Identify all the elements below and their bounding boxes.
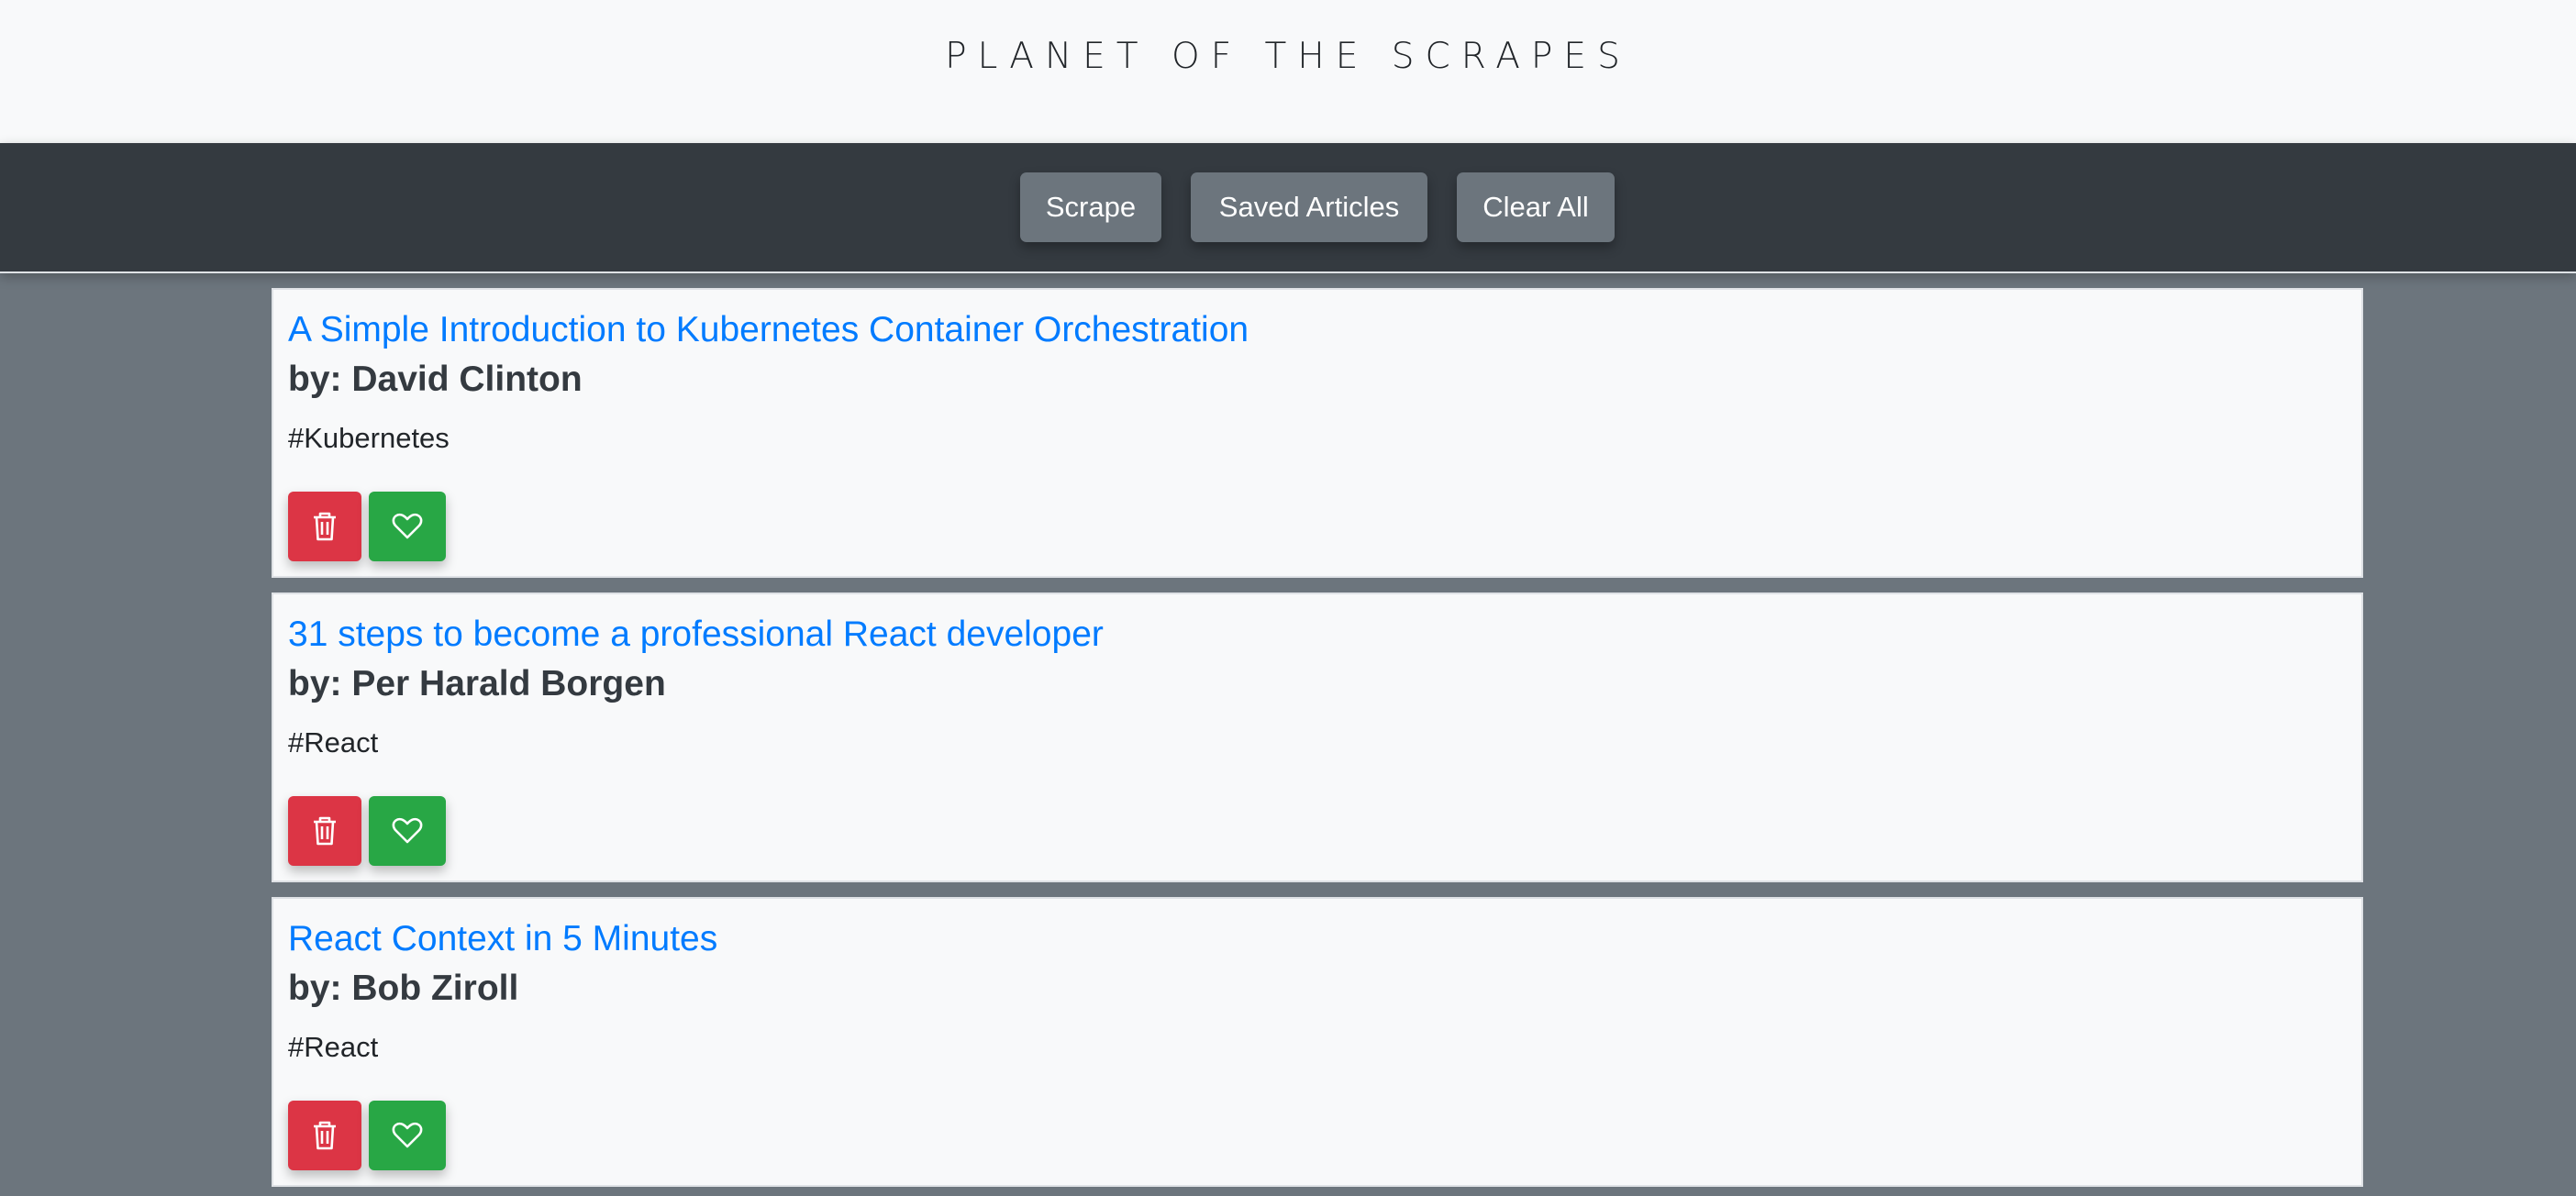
- trash-icon: [311, 1120, 339, 1151]
- save-button[interactable]: [369, 796, 446, 866]
- clear-all-button[interactable]: Clear All: [1457, 172, 1615, 242]
- trash-icon: [311, 511, 339, 542]
- save-button[interactable]: [369, 1101, 446, 1170]
- article-title-link[interactable]: 31 steps to become a professional React …: [288, 613, 1104, 657]
- article-author: by: Bob Ziroll: [288, 969, 519, 1008]
- navbar: Scrape Saved Articles Clear All: [0, 143, 2576, 273]
- delete-button[interactable]: [288, 492, 361, 561]
- heart-icon: [392, 513, 423, 540]
- site-title: PLANET OF THE SCRAPES: [945, 36, 1631, 77]
- article-tag: #React: [288, 1031, 379, 1063]
- article-author: by: Per Harald Borgen: [288, 664, 666, 703]
- site-header: PLANET OF THE SCRAPES: [0, 0, 2576, 143]
- saved-articles-button[interactable]: Saved Articles: [1191, 172, 1427, 242]
- article-card: A Simple Introduction to Kubernetes Cont…: [272, 288, 2363, 578]
- article-card: React Context in 5 Minutes by: Bob Zirol…: [272, 897, 2363, 1187]
- article-tag: #Kubernetes: [288, 422, 450, 454]
- article-author: by: David Clinton: [288, 360, 583, 399]
- heart-icon: [392, 817, 423, 845]
- save-button[interactable]: [369, 492, 446, 561]
- article-tag: #React: [288, 726, 379, 759]
- scrape-button[interactable]: Scrape: [1020, 172, 1161, 242]
- article-title-link[interactable]: A Simple Introduction to Kubernetes Cont…: [288, 308, 1249, 352]
- article-title-link[interactable]: React Context in 5 Minutes: [288, 917, 717, 961]
- trash-icon: [311, 815, 339, 847]
- delete-button[interactable]: [288, 796, 361, 866]
- article-card: 31 steps to become a professional React …: [272, 592, 2363, 882]
- heart-icon: [392, 1122, 423, 1149]
- delete-button[interactable]: [288, 1101, 361, 1170]
